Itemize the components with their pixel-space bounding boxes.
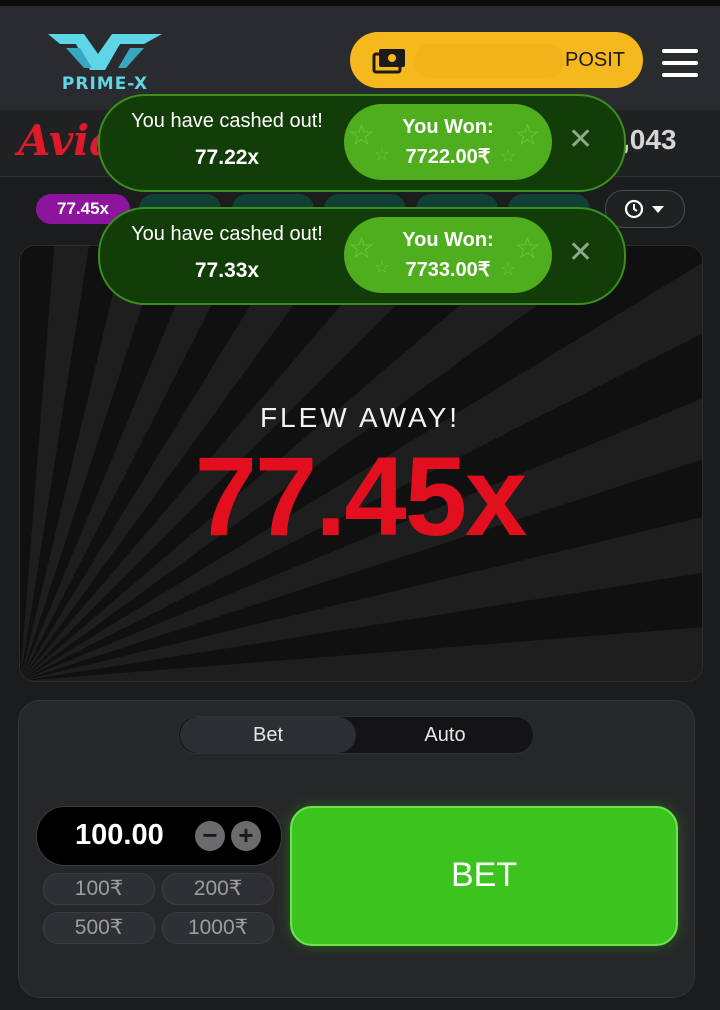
quick-amount-button[interactable]: 200₹ xyxy=(162,873,274,905)
logo-text: PRIME-X xyxy=(61,74,149,94)
tab-auto[interactable]: Auto xyxy=(357,717,533,753)
crash-multiplier: 77.45x xyxy=(194,434,528,559)
won-amount: 7722.00₹ xyxy=(405,146,491,168)
balance-value: ,043 xyxy=(622,124,677,155)
deposit-label: POSIT xyxy=(564,49,625,71)
won-badge: ☆ ☆ ☆ ☆ You Won: 7722.00₹ xyxy=(344,104,552,180)
bet-button[interactable]: BET xyxy=(290,806,678,946)
plus-icon[interactable]: + xyxy=(231,821,261,851)
quick-amount-button[interactable]: 500₹ xyxy=(43,912,155,944)
bet-amount-value[interactable]: 100.00 xyxy=(75,819,164,852)
toast-message: You have cashed out! xyxy=(131,110,323,132)
cashout-toast: You have cashed out! 77.33x ☆ ☆ ☆ ☆ You … xyxy=(98,207,626,305)
close-icon[interactable]: ✕ xyxy=(568,235,593,270)
won-badge: ☆ ☆ ☆ ☆ You Won: 7733.00₹ xyxy=(344,217,552,293)
deposit-button[interactable]: POSIT xyxy=(350,32,643,88)
won-amount: 7733.00₹ xyxy=(405,259,491,281)
tab-bet[interactable]: Bet xyxy=(180,717,356,753)
flew-away-label: FLEW AWAY! xyxy=(259,402,461,433)
toast-multiplier: 77.22x xyxy=(194,146,260,169)
cash-icon xyxy=(372,49,405,74)
history-dropdown-button[interactable] xyxy=(605,190,685,228)
toast-multiplier: 77.33x xyxy=(194,259,260,282)
toast-message: You have cashed out! xyxy=(131,223,323,245)
quick-amount-button[interactable]: 100₹ xyxy=(43,873,155,905)
cashout-toast: You have cashed out! 77.22x ☆ ☆ ☆ ☆ You … xyxy=(98,94,626,192)
quick-amount-button[interactable]: 1000₹ xyxy=(162,912,274,944)
bet-amount-stepper[interactable]: 100.00 − + xyxy=(36,806,282,866)
bet-mode-tabs: Bet Auto xyxy=(178,716,534,754)
redaction-mark xyxy=(414,44,564,78)
minus-icon[interactable]: − xyxy=(195,821,225,851)
logo-wings-icon xyxy=(48,34,162,70)
history-clock-icon xyxy=(624,199,664,219)
prime-x-logo[interactable]: PRIME-X xyxy=(40,32,170,96)
won-label: You Won: xyxy=(402,116,494,138)
close-icon[interactable]: ✕ xyxy=(568,122,593,157)
won-label: You Won: xyxy=(402,229,494,251)
hamburger-icon[interactable] xyxy=(662,49,698,77)
